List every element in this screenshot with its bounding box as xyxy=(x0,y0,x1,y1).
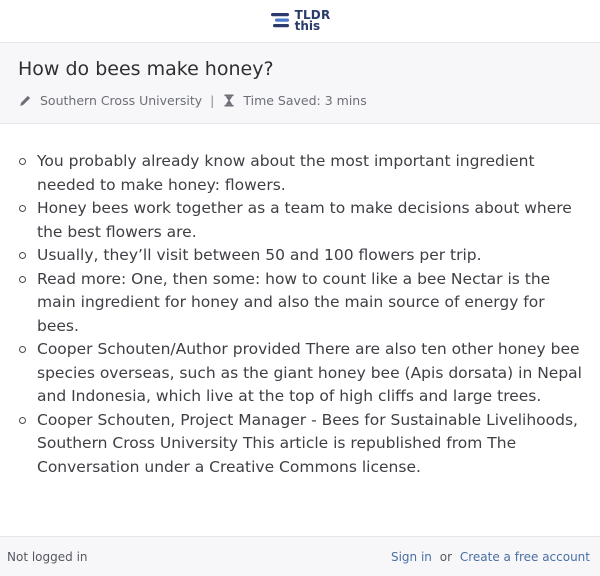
meta-separator: | xyxy=(210,93,215,108)
logo-stripes-icon xyxy=(270,13,289,28)
bullet-icon xyxy=(19,275,26,283)
list-item-text: Cooper Schouten/Author provided There ar… xyxy=(37,340,582,405)
list-item: Cooper Schouten, Project Manager - Bees … xyxy=(18,409,582,480)
summary-list: You probably already know about the most… xyxy=(18,150,582,479)
bullet-icon xyxy=(19,416,26,424)
bullet-icon xyxy=(19,158,26,165)
sign-in-link[interactable]: Sign in xyxy=(391,550,432,564)
top-bar: TLDR this xyxy=(0,0,600,43)
list-item-text: Cooper Schouten, Project Manager - Bees … xyxy=(37,410,578,476)
bullet-icon xyxy=(19,346,26,353)
auth-links: Sign in or Create a free account xyxy=(391,550,590,564)
article-header: How do bees make honey? Southern Cross U… xyxy=(0,43,600,124)
or-text: or xyxy=(439,549,453,564)
tldr-app: TLDR this How do bees make honey? Southe… xyxy=(0,0,600,576)
pencil-icon xyxy=(18,94,32,108)
list-item: Read more: One, then some: how to count … xyxy=(18,268,582,339)
bullet-icon xyxy=(19,252,26,259)
list-item-text: Usually, they’ll visit between 50 and 10… xyxy=(37,246,482,264)
footer-bar: Not logged in Sign in or Create a free a… xyxy=(0,536,600,576)
list-item-text: Read more: One, then some: how to count … xyxy=(37,269,551,335)
list-item-text: You probably already know about the most… xyxy=(37,152,535,194)
logo-wordmark: TLDR this xyxy=(294,9,331,33)
list-item: Honey bees work together as a team to ma… xyxy=(18,197,582,244)
login-status: Not logged in xyxy=(7,549,88,564)
time-saved-label: Time Saved: 3 mins xyxy=(243,93,367,108)
source-label: Southern Cross University xyxy=(40,93,203,108)
list-item-text: Honey bees work together as a team to ma… xyxy=(37,199,572,241)
hourglass-icon xyxy=(222,94,236,108)
tldr-logo[interactable]: TLDR this xyxy=(270,9,331,33)
list-item: You probably already know about the most… xyxy=(18,150,582,197)
list-item: Usually, they’ll visit between 50 and 10… xyxy=(18,244,582,268)
bullet-icon xyxy=(19,205,26,212)
page-title: How do bees make honey? xyxy=(18,58,274,80)
list-item: Cooper Schouten/Author provided There ar… xyxy=(18,338,582,409)
create-account-link[interactable]: Create a free account xyxy=(460,550,590,564)
summary-content: You probably already know about the most… xyxy=(0,124,600,479)
article-meta: Southern Cross University | Time Saved: … xyxy=(18,93,582,108)
logo-line2: this xyxy=(294,19,321,33)
